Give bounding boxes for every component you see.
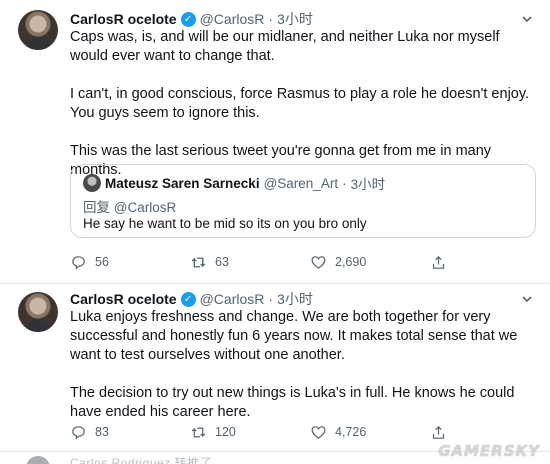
share-icon <box>432 425 445 439</box>
reply-icon <box>72 425 85 439</box>
retweet-icon <box>191 257 206 267</box>
author-handle[interactable]: @CarlosR <box>200 11 265 27</box>
verified-badge-icon: ✓ <box>180 11 196 27</box>
retweet-count: 120 <box>215 425 236 439</box>
retweet-icon <box>26 456 50 464</box>
quoted-tweet-header: Mateusz Saren Sarnecki @Saren_Art · 3小时 <box>83 173 385 193</box>
share-button[interactable] <box>430 254 460 271</box>
heart-icon <box>311 255 326 269</box>
tweet-actions: 83 120 4,726 <box>70 422 470 442</box>
like-button[interactable]: 4,726 <box>310 424 430 441</box>
quoted-author-handle: @Saren_Art <box>263 175 339 191</box>
like-button[interactable]: 2,690 <box>310 254 430 271</box>
tweet-actions: 56 63 2,690 <box>70 252 470 272</box>
retweet-context: Carlos Rodriguez 转推了 <box>70 456 213 464</box>
tweet[interactable]: CarlosR ocelote ✓ @CarlosR · 3小时 Caps wa… <box>0 0 550 284</box>
reply-count: 56 <box>95 255 109 269</box>
like-count: 4,726 <box>335 425 367 439</box>
tweet-paragraph: The decision to try out new things is Lu… <box>70 385 515 420</box>
timestamp[interactable]: 3小时 <box>277 289 313 309</box>
watermark-logo: GAMERSKY <box>438 442 540 460</box>
tweet[interactable]: CarlosR ocelote ✓ @CarlosR · 3小时 Luka en… <box>0 284 550 452</box>
quoted-tweet[interactable]: Mateusz Saren Sarnecki @Saren_Art · 3小时 … <box>70 164 536 238</box>
tweet-paragraph: I can't, in good conscious, force Rasmus… <box>70 86 530 121</box>
reply-button[interactable]: 83 <box>70 424 190 441</box>
reply-count: 83 <box>95 425 109 439</box>
tweet-text: Luka enjoys freshness and change. We are… <box>70 308 536 422</box>
verified-badge-icon: ✓ <box>180 291 196 307</box>
avatar[interactable] <box>18 10 58 50</box>
avatar[interactable] <box>18 292 58 332</box>
like-count: 2,690 <box>335 255 367 269</box>
separator-dot: · <box>268 291 274 307</box>
tweet-text: Caps was, is, and will be our midlaner, … <box>70 28 536 180</box>
reply-icon <box>72 255 85 269</box>
chevron-down-icon[interactable] <box>520 12 534 26</box>
tweet-header: CarlosR ocelote ✓ @CarlosR · 3小时 <box>70 289 313 309</box>
quoted-author-name: Mateusz Saren Sarnecki <box>105 175 260 191</box>
timestamp[interactable]: 3小时 <box>277 9 313 29</box>
retweet-button[interactable]: 63 <box>190 254 310 271</box>
heart-icon <box>311 425 326 439</box>
separator-dot: · <box>268 11 274 27</box>
tweet-paragraph: Luka enjoys freshness and change. We are… <box>70 309 518 363</box>
author-name[interactable]: CarlosR ocelote <box>70 291 177 307</box>
share-button[interactable] <box>430 424 460 441</box>
retweet-button[interactable]: 120 <box>190 424 310 441</box>
author-name[interactable]: CarlosR ocelote <box>70 11 177 27</box>
chevron-down-icon[interactable] <box>520 292 534 306</box>
reply-button[interactable]: 56 <box>70 254 190 271</box>
tweet-paragraph: Caps was, is, and will be our midlaner, … <box>70 29 500 64</box>
quoted-tweet-text: He say he want to be mid so its on you b… <box>83 216 367 231</box>
reply-prefix: 回复 <box>83 200 110 215</box>
reply-to-handle[interactable]: @CarlosR <box>114 200 176 215</box>
tweet-header: CarlosR ocelote ✓ @CarlosR · 3小时 <box>70 9 313 29</box>
retweet-icon <box>191 427 206 437</box>
separator-dot: · <box>342 175 347 191</box>
quoted-timestamp: 3小时 <box>350 177 386 192</box>
author-handle[interactable]: @CarlosR <box>200 291 265 307</box>
retweet-count: 63 <box>215 255 229 269</box>
reply-context: 回复 @CarlosR <box>83 196 176 216</box>
avatar <box>83 174 101 192</box>
share-icon <box>432 255 445 269</box>
